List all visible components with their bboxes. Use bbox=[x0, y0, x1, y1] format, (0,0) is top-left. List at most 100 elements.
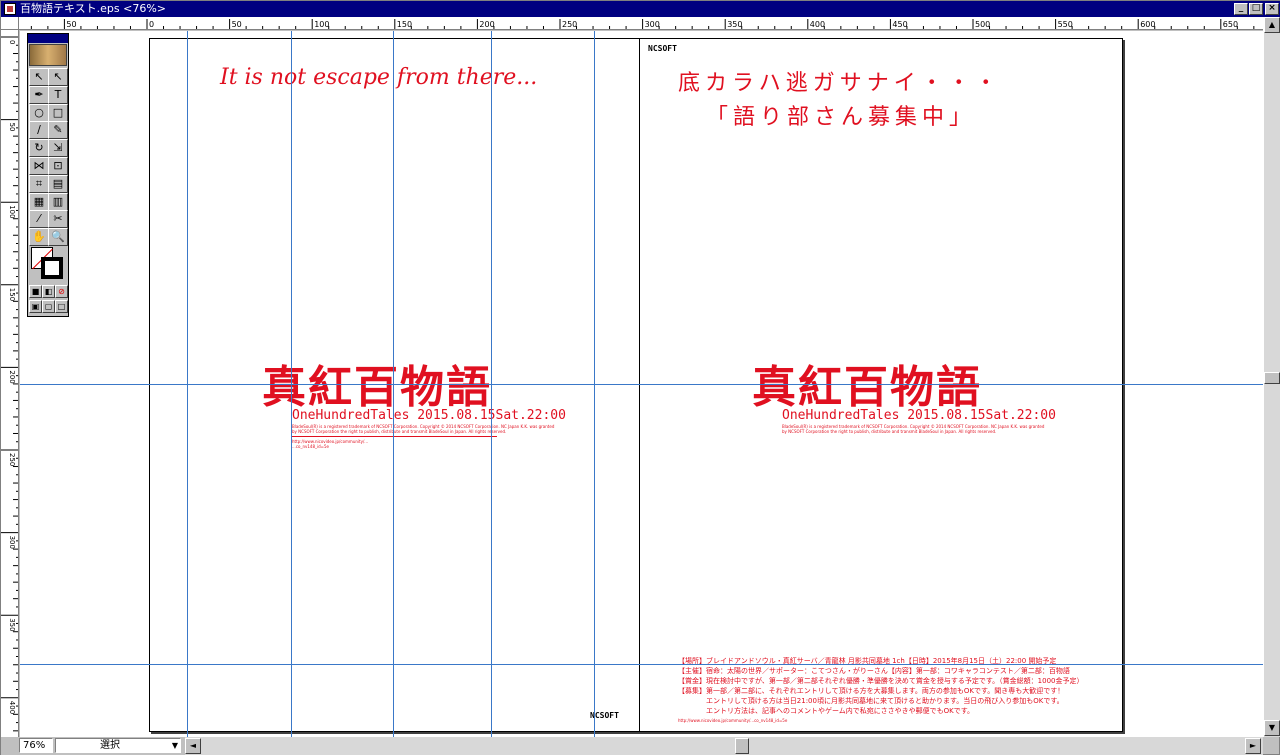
screen-mode-full[interactable]: □ bbox=[55, 300, 68, 313]
gradient-tool-icon[interactable]: ▥ bbox=[48, 192, 68, 211]
document-icon bbox=[4, 3, 16, 15]
ruler-top-label: 400 bbox=[810, 20, 825, 29]
graph-tool-icon[interactable]: ▤ bbox=[48, 174, 68, 193]
ruler-left-label: 50 bbox=[8, 123, 16, 132]
ruler-left[interactable]: 0 50 100 150 200 250 300 350 400 bbox=[1, 30, 19, 737]
gradient-mode-button[interactable]: ◧ bbox=[42, 285, 55, 298]
ruler-top-label: 100 bbox=[314, 20, 329, 29]
rectangle-tool-icon[interactable]: □ bbox=[48, 103, 68, 122]
ruler-top[interactable]: 50 0 50 100 150 200 250 300 350 400 450 500 550 600 65… bbox=[19, 17, 1263, 30]
ruler-left-label: 250 bbox=[8, 453, 16, 466]
guide-horizontal[interactable] bbox=[20, 664, 1263, 665]
zoom-level[interactable]: 76% bbox=[19, 738, 53, 753]
right-headline-2: 「語り部さん募集中」 bbox=[706, 105, 977, 130]
pencil-tool-icon[interactable]: ✎ bbox=[48, 121, 68, 140]
right-ncsoft-logo: NCSOFT bbox=[648, 44, 677, 53]
eyedropper-tool-icon[interactable]: ⁄ bbox=[29, 210, 49, 229]
status-mode-label: 選択 bbox=[100, 740, 120, 751]
left-subtitle: OneHundredTales 2015.08.15Sat.22:00 bbox=[292, 408, 566, 423]
ruler-corner[interactable] bbox=[1, 17, 19, 30]
ruler-left-label: 400 bbox=[8, 701, 16, 714]
toolbox-artwork bbox=[29, 44, 67, 66]
gradient-mesh-tool-icon[interactable]: ▦ bbox=[29, 192, 49, 211]
ruler-top-label: 600 bbox=[1140, 20, 1155, 29]
minimize-button[interactable]: _ bbox=[1234, 3, 1248, 15]
hand-tool-icon[interactable]: ✋ bbox=[29, 228, 49, 247]
status-bar: 76% 選択 ▼ bbox=[1, 737, 185, 755]
screen-mode-full-menu[interactable]: ▢ bbox=[42, 300, 55, 313]
ruler-top-label: 150 bbox=[397, 20, 412, 29]
ruler-top-ticks: 50 0 50 100 150 200 250 300 350 400 450 500 550 600 65… bbox=[30, 19, 1255, 29]
stroke-swatch[interactable] bbox=[41, 257, 63, 279]
direct-selection-tool-icon[interactable]: ↖ bbox=[48, 68, 68, 86]
paintbrush-tool-icon[interactable]: ∕ bbox=[29, 121, 49, 140]
horizontal-scroll-thumb[interactable] bbox=[735, 738, 749, 754]
ruler-top-label: 250 bbox=[562, 20, 577, 29]
ruler-top-label: 0 bbox=[149, 20, 154, 29]
zoom-tool-icon[interactable]: 🔍 bbox=[48, 228, 68, 247]
right-info-block: 【場所】ブレイドアンドソウル・真紅サーバ／青龍林 月影共同墓地 1ch【日時】2… bbox=[678, 656, 1083, 716]
left-divider bbox=[292, 436, 497, 437]
ruler-top-label: 350 bbox=[727, 20, 742, 29]
color-mode-button[interactable]: ■ bbox=[29, 285, 42, 298]
ruler-left-label: 0 bbox=[8, 40, 16, 44]
info-line: エントリ方法は、記事へのコメントやゲーム内で私宛にささやきや郵便でもOKです。 bbox=[706, 707, 975, 715]
left-fine-url-2: ...co_nv148_id=5e bbox=[292, 444, 330, 449]
horizontal-scrollbar[interactable]: ◄ ► bbox=[185, 737, 1263, 755]
toolbox-palette[interactable]: ■ ◧ ⊘ ▣ ▢ □ ↖ ↖ ✒ T ○ □ ∕ ✎ ↻ ⇲ ⋈ ⊡ ⌗ ▤ ▦ ▥ ⁄ ✂ ✋ 🔍 bbox=[27, 33, 69, 317]
right-fine-line-2: by NCSOFT Corporation the right to publi… bbox=[782, 429, 997, 434]
info-line: 【募集】第一部／第二部に、それぞれエントリして頂ける方を大募集します。両方の参加… bbox=[678, 687, 1065, 695]
type-tool-icon[interactable]: T bbox=[48, 85, 68, 104]
status-mode-select[interactable]: 選択 ▼ bbox=[55, 738, 181, 753]
info-line: 【主催】宿命：太陽の世界／サポーター：こてつさん・がりーさん【内容】第一部：コワ… bbox=[678, 667, 1070, 675]
left-tagline: It is not escape from there... bbox=[220, 65, 538, 90]
ruler-top-label: 550 bbox=[1058, 20, 1073, 29]
chevron-down-icon[interactable]: ▼ bbox=[172, 739, 178, 752]
ruler-left-label: 100 bbox=[8, 205, 16, 218]
pen-tool-icon[interactable]: ✒ bbox=[29, 85, 49, 104]
screen-mode-standard[interactable]: ▣ bbox=[29, 300, 42, 313]
ruler-top-label: 500 bbox=[975, 20, 990, 29]
rotate-tool-icon[interactable]: ↻ bbox=[29, 139, 49, 158]
right-info-url: http://www.nicovideo.jp/community/...co_… bbox=[678, 718, 788, 723]
scissors-tool-icon[interactable]: ✂ bbox=[48, 210, 68, 229]
toolbox-title-bar[interactable] bbox=[28, 34, 68, 43]
ruler-left-ticks: 0 50 100 150 200 250 300 350 400 bbox=[1, 36, 18, 732]
reflect-tool-icon[interactable]: ⋈ bbox=[29, 157, 49, 175]
guide-horizontal[interactable] bbox=[20, 384, 1263, 385]
left-title: 真紅百物語 bbox=[262, 362, 492, 413]
ellipse-tool-icon[interactable]: ○ bbox=[29, 103, 49, 122]
blend-tool-icon[interactable]: ⌗ bbox=[29, 174, 49, 193]
ruler-top-label: 200 bbox=[479, 20, 494, 29]
vertical-scrollbar[interactable]: ▲ ▼ bbox=[1263, 17, 1280, 737]
info-line: 【賞金】現在検討中ですが、第一部／第二部それぞれ優勝・準優勝を決めて賞金を授与す… bbox=[678, 677, 1084, 685]
ruler-left-label: 150 bbox=[8, 288, 16, 301]
scale-tool-icon[interactable]: ⇲ bbox=[48, 139, 68, 158]
scroll-right-button[interactable]: ► bbox=[1245, 738, 1261, 754]
none-mode-button[interactable]: ⊘ bbox=[55, 285, 68, 298]
fill-stroke-swatch[interactable] bbox=[31, 247, 65, 281]
ruler-top-label: 450 bbox=[892, 20, 907, 29]
artboard-left[interactable]: It is not escape from there... 真紅百物語 One… bbox=[149, 38, 640, 732]
selection-tool-icon[interactable]: ↖ bbox=[29, 68, 49, 86]
illustrator-window: 百物語テキスト.eps <76%> _ □ × 50 0 50 100 150 200 25… bbox=[0, 0, 1280, 755]
ruler-top-label: 650 bbox=[1223, 20, 1238, 29]
artboard-canvas[interactable]: It is not escape from there... 真紅百物語 One… bbox=[20, 31, 1263, 737]
title-bar[interactable]: 百物語テキスト.eps <76%> _ □ × bbox=[1, 1, 1280, 17]
scroll-left-button[interactable]: ◄ bbox=[185, 738, 201, 754]
maximize-button[interactable]: □ bbox=[1249, 3, 1263, 15]
left-fine-line-2: by NCSOFT Corporation the right to publi… bbox=[292, 429, 507, 434]
ruler-left-label: 300 bbox=[8, 536, 16, 549]
free-transform-tool-icon[interactable]: ⊡ bbox=[48, 157, 68, 175]
info-line: エントリして頂ける方は当日21:00頃に月影共同墓地に来て頂けると助かります。当… bbox=[706, 697, 1064, 705]
artboard-right[interactable]: NCSOFT 底カラハ逃ガサナイ・・・ 「語り部さん募集中」 真紅百物語 One… bbox=[639, 38, 1123, 732]
ruler-top-label: 50 bbox=[232, 20, 242, 29]
right-subtitle: OneHundredTales 2015.08.15Sat.22:00 bbox=[782, 408, 1056, 423]
vertical-scroll-thumb[interactable] bbox=[1264, 372, 1280, 384]
scroll-up-button[interactable]: ▲ bbox=[1264, 17, 1280, 33]
window-title: 百物語テキスト.eps <76%> bbox=[20, 2, 167, 15]
close-button[interactable]: × bbox=[1265, 3, 1279, 15]
ruler-left-label: 200 bbox=[8, 370, 16, 383]
ruler-top-label: 50 bbox=[66, 20, 76, 29]
scroll-down-button[interactable]: ▼ bbox=[1264, 720, 1280, 736]
